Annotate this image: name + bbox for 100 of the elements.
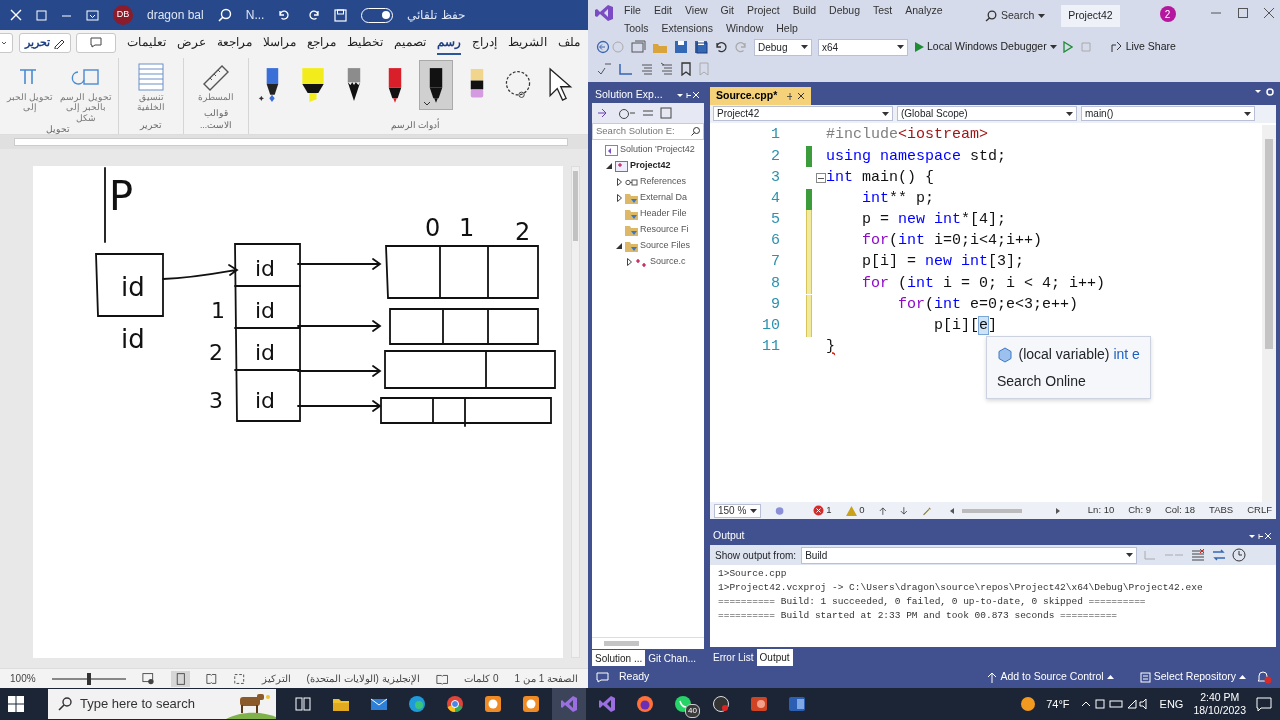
bell-icon[interactable]	[1256, 670, 1272, 684]
focus-label[interactable]: التركيز	[261, 671, 291, 686]
select-repository-button[interactable]: Select Repository	[1139, 669, 1246, 685]
save-icon[interactable]	[334, 8, 348, 22]
new-item-icon[interactable]	[630, 40, 646, 54]
search-button[interactable]: Search	[979, 7, 1052, 25]
page-count[interactable]: الصفحة 1 من 1	[514, 671, 578, 686]
tree-item[interactable]: References	[640, 175, 687, 189]
status-item[interactable]: Ln: 10	[1087, 503, 1115, 518]
tree-item[interactable]: Source Files	[640, 239, 691, 253]
clear-all-icon[interactable]	[1190, 548, 1207, 562]
system-tray-icon[interactable]	[1079, 697, 1150, 711]
document-name[interactable]: N...	[245, 6, 265, 24]
word-wrap-icon[interactable]	[1211, 548, 1228, 562]
search-field[interactable]: Search Solution E:	[592, 123, 704, 140]
ribbon-display-icon[interactable]	[86, 9, 99, 21]
zoom-level[interactable]: 100%	[10, 671, 36, 686]
collapsed-arrow-icon[interactable]	[626, 258, 632, 266]
error-icon[interactable]	[812, 505, 824, 516]
panel-controls-icon[interactable]	[677, 90, 701, 100]
taskbar-app[interactable]: 40	[666, 688, 700, 720]
redo-icon[interactable]	[306, 9, 321, 21]
menu-item[interactable]: Window	[725, 20, 764, 37]
web-layout-icon[interactable]	[142, 672, 155, 685]
panel-tab[interactable]: Error List	[710, 649, 757, 666]
tab-overflow-icon[interactable]	[1254, 87, 1276, 97]
expanded-arrow-icon[interactable]	[606, 163, 612, 169]
menu-item[interactable]: File	[624, 3, 641, 19]
notifications-icon[interactable]	[1256, 697, 1272, 711]
menu-item[interactable]: Analyze	[905, 3, 943, 19]
tree-item[interactable]: External Da	[640, 191, 688, 205]
language-status[interactable]: الإنجليزية (الولايات المتحدة)	[306, 671, 420, 686]
save-icon[interactable]	[674, 40, 688, 54]
ribbon-tab[interactable]: عرض	[177, 30, 206, 55]
menu-item[interactable]: Test	[873, 3, 893, 19]
menu-item[interactable]: View	[685, 3, 708, 19]
ribbon-tab[interactable]: الشريط	[508, 30, 547, 55]
menu-item[interactable]: Extensions	[661, 20, 713, 37]
navigation-dropdown[interactable]: main()	[1081, 106, 1255, 121]
error-count[interactable]: 1	[826, 503, 832, 518]
live-share-button[interactable]: Live Share	[1110, 39, 1176, 55]
menu-item[interactable]: Project	[747, 3, 780, 19]
navigation-dropdown[interactable]: (Global Scope)	[897, 106, 1077, 121]
editor-tab[interactable]: Source.cpp*	[710, 87, 812, 105]
read-mode-icon[interactable]	[206, 672, 218, 685]
word-count[interactable]: 0 كلمات	[464, 671, 499, 686]
platform-dropdown[interactable]: x64	[818, 38, 908, 56]
caret-icon[interactable]	[423, 101, 431, 106]
warning-count[interactable]: 0	[859, 503, 865, 518]
collapsed-arrow-icon[interactable]	[616, 194, 622, 202]
menu-item[interactable]: Edit	[653, 3, 672, 19]
scrollbar[interactable]	[571, 166, 580, 658]
spell-check-icon[interactable]	[596, 62, 612, 76]
ribbon-tab[interactable]: تعليمات	[127, 30, 166, 55]
language-indicator[interactable]: ENG	[1159, 695, 1184, 713]
search-online-link[interactable]: Search Online	[997, 371, 1086, 392]
zoom-dropdown[interactable]: 150 %	[714, 503, 762, 518]
clock-time[interactable]: 2:40 PM	[1200, 690, 1240, 704]
taskbar-search-field[interactable]: Type here to search	[48, 689, 276, 719]
panel-tab[interactable]: Solution ...	[592, 650, 646, 666]
navigation-dropdown[interactable]: Project42	[713, 106, 893, 121]
tree-item[interactable]: Header File	[640, 207, 687, 221]
ribbon-tab[interactable]: تصميم	[394, 30, 426, 55]
message-icon[interactable]	[596, 671, 609, 683]
tree-item[interactable]: Source.c	[650, 255, 686, 269]
ribbon-button[interactable]: تنسيق الخلفية	[125, 60, 177, 113]
slider-thumb[interactable]	[87, 672, 91, 685]
panel-controls-icon[interactable]	[1249, 531, 1273, 541]
menu-item[interactable]: Build	[792, 3, 817, 19]
windows-start-icon[interactable]	[8, 696, 24, 712]
print-layout-icon[interactable]	[170, 669, 191, 688]
ribbon-tab[interactable]: ملف	[558, 30, 580, 55]
scrollbar[interactable]	[592, 637, 704, 649]
clock-icon[interactable]	[1232, 548, 1247, 562]
expanded-arrow-icon[interactable]	[616, 243, 622, 249]
collapsed-arrow-icon[interactable]	[616, 178, 622, 186]
output-source-dropdown[interactable]: Build	[801, 546, 1138, 564]
ribbon-button[interactable]: تحويل الحبر إلى	[4, 60, 56, 113]
notification-badge[interactable]: 2	[1159, 6, 1176, 22]
add-to-source-control-button[interactable]: Add to Source Control	[987, 669, 1114, 685]
user-avatar[interactable]: DB	[113, 5, 133, 25]
ribbon-tab[interactable]: إدراج	[472, 30, 497, 55]
navigate-icon[interactable]	[596, 40, 624, 54]
status-item[interactable]: Ch: 9	[1128, 503, 1151, 518]
focus-icon[interactable]	[233, 671, 246, 686]
panel-tab[interactable]: Git Chan...	[645, 650, 700, 666]
tree-item[interactable]: Project42	[630, 159, 671, 173]
bookmark-icon[interactable]	[680, 62, 692, 76]
ribbon-tab[interactable]: مراسلا	[263, 30, 296, 55]
search-icon[interactable]	[217, 8, 232, 22]
undo-icon[interactable]	[714, 40, 728, 54]
up-arrow-icon[interactable]	[878, 505, 887, 516]
start-debugging-button[interactable]: Local Windows Debugger	[914, 39, 1057, 55]
tree-item[interactable]: Solution 'Project42	[620, 143, 695, 157]
tree-item[interactable]: Resource Fi	[640, 223, 689, 237]
book-icon[interactable]	[435, 672, 449, 685]
restore-icon[interactable]	[36, 9, 47, 21]
save-all-icon[interactable]	[694, 40, 708, 54]
status-item[interactable]: CRLF	[1247, 503, 1272, 518]
status-item[interactable]: Col: 18	[1164, 503, 1196, 518]
